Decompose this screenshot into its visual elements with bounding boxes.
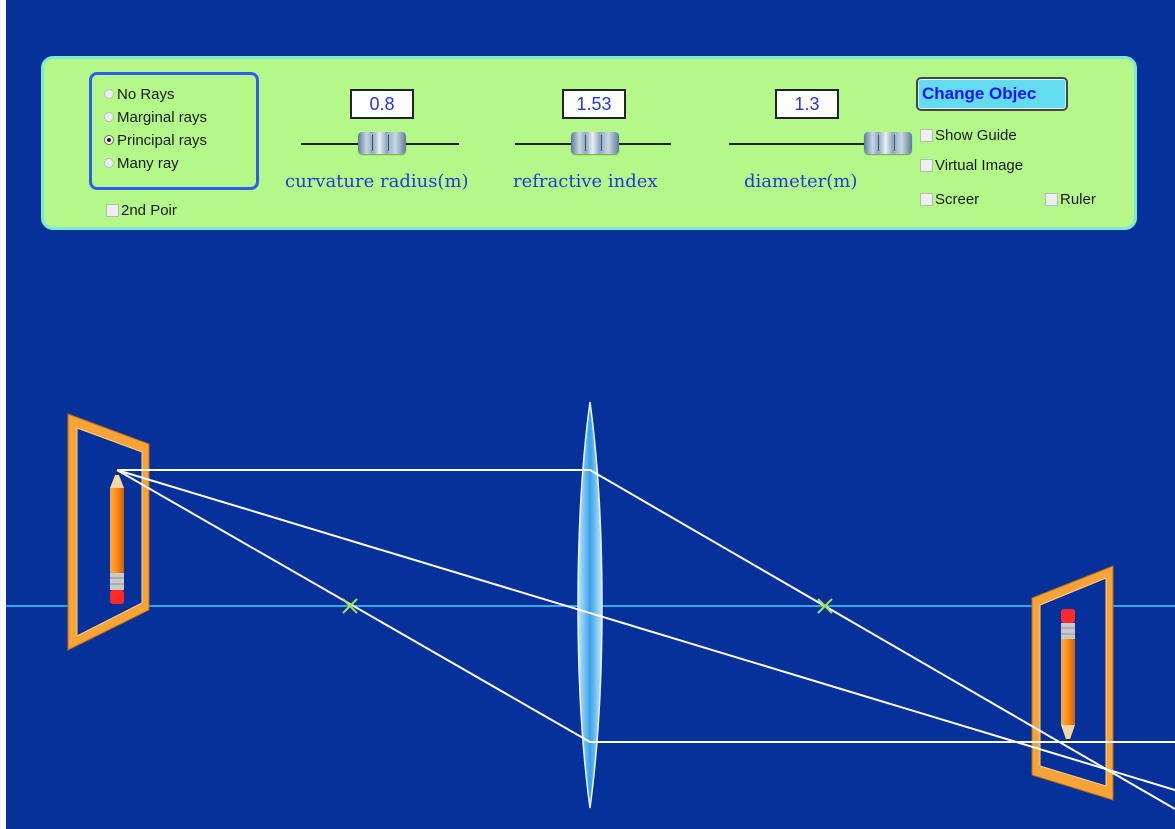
show-guide-label: Show Guide [935,126,1017,144]
checkbox-icon[interactable] [920,128,933,142]
ray-mode-group: No Rays Marginal rays Principal rays Man… [89,72,259,190]
radio-label: Principal rays [117,131,208,149]
radio-principal-rays[interactable]: Principal rays [104,129,207,151]
convex-lens[interactable] [577,401,603,809]
second-point-label: 2nd Poir [121,201,177,219]
change-object-button[interactable]: Change Objec [916,77,1068,111]
curvature-radius-thumb[interactable] [358,132,406,154]
ruler-toggle[interactable]: Ruler [1045,189,1096,209]
screen-toggle[interactable]: Screer [920,189,979,209]
virtual-image-label: Virtual Image [935,156,1024,174]
radio-button-icon[interactable] [104,158,114,168]
curvature-radius-value: 0.8 [350,89,414,119]
radio-button-selected-icon[interactable] [104,135,114,145]
ruler-label: Ruler [1060,190,1096,208]
control-panel: No Rays Marginal rays Principal rays Man… [41,56,1137,230]
checkbox-icon[interactable] [920,192,933,206]
screen-label: Screer [935,190,980,208]
radio-label: No Rays [117,85,175,103]
checkbox-icon[interactable] [920,158,933,172]
refractive-index-label: refractive index [513,171,658,192]
checkbox-icon[interactable] [106,203,119,217]
radio-many-rays[interactable]: Many ray [104,152,179,174]
object-frame[interactable] [67,413,150,651]
second-point-toggle[interactable]: 2nd Poir [106,200,177,220]
radio-label: Many ray [117,154,179,172]
curvature-radius-label: curvature radius(m) [285,171,469,192]
simulation-stage: No Rays Marginal rays Principal rays Man… [6,0,1175,829]
checkbox-icon[interactable] [1045,192,1058,206]
object-pencil[interactable] [110,470,124,604]
radio-button-icon[interactable] [104,112,114,122]
show-guide-toggle[interactable]: Show Guide [920,125,1017,145]
refractive-index-thumb[interactable] [571,132,619,154]
virtual-image-toggle[interactable]: Virtual Image [920,155,1023,175]
diameter-thumb[interactable] [864,132,912,154]
diameter-value: 1.3 [775,89,839,119]
principal-rays [116,469,1175,810]
diameter-label: diameter(m) [744,171,858,192]
refractive-index-value: 1.53 [562,89,626,119]
radio-button-icon[interactable] [104,89,114,99]
ray-parallel [117,469,1175,810]
image-pencil [1061,609,1075,745]
radio-label: Marginal rays [117,108,208,126]
radio-marginal-rays[interactable]: Marginal rays [104,106,207,128]
radio-no-rays[interactable]: No Rays [104,83,175,105]
